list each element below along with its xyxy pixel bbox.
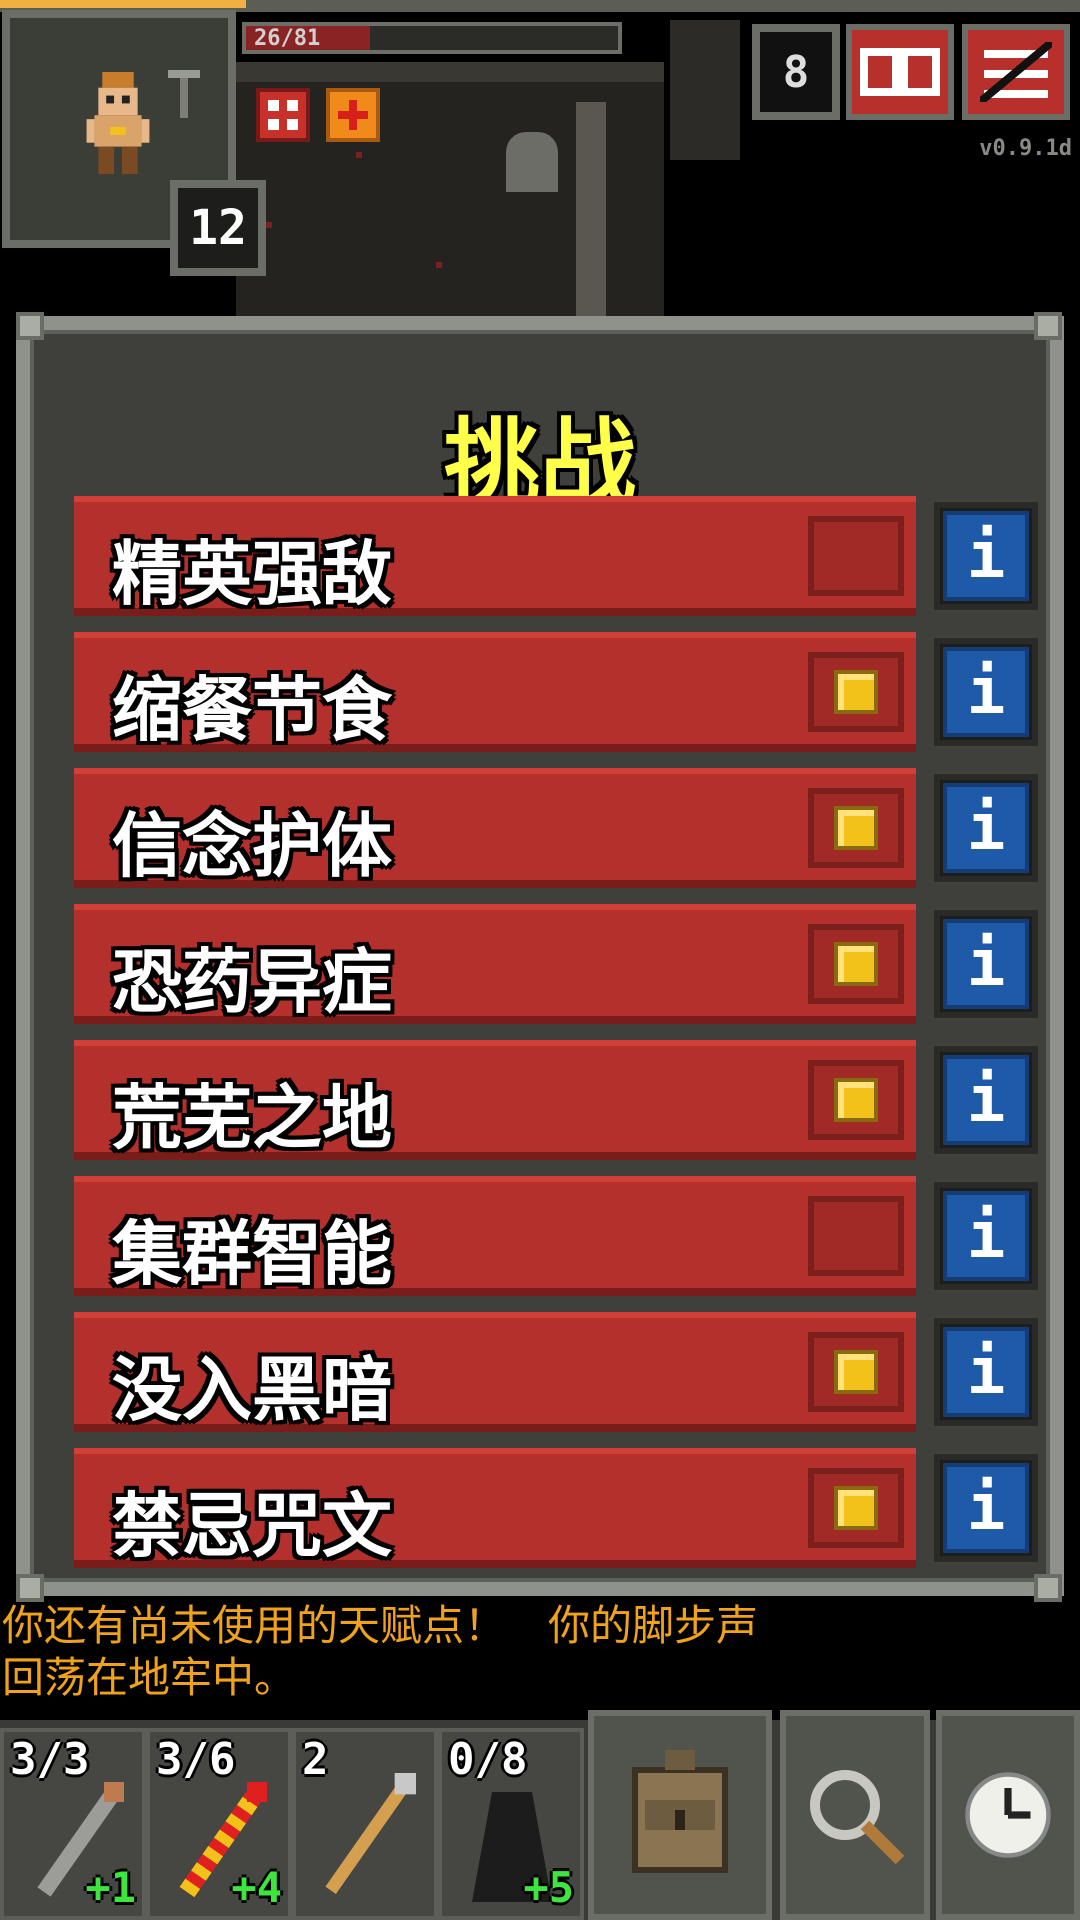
check-mark <box>834 1350 878 1394</box>
magnifier-icon <box>810 1770 905 1865</box>
challenge-info-button[interactable]: i <box>934 1318 1038 1426</box>
challenge-label: 恐药异症 <box>112 941 392 1023</box>
challenge-row[interactable]: 信念护体 <box>74 768 916 888</box>
spear-icon <box>325 1773 416 1895</box>
challenge-info-button[interactable]: i <box>934 774 1038 882</box>
hero-level-badge: 12 <box>170 180 266 276</box>
menu-button[interactable] <box>962 24 1070 120</box>
window-corner <box>1034 1574 1062 1602</box>
quickslot-bonus: +5 <box>523 1863 574 1912</box>
check-mark <box>834 670 878 714</box>
dungeon-pillar <box>576 102 606 322</box>
blood-splat <box>356 152 362 158</box>
challenge-checkbox[interactable] <box>808 652 904 732</box>
challenge-checkbox[interactable] <box>808 516 904 596</box>
quickslot-bonus: +4 <box>231 1863 282 1912</box>
challenge-info-button[interactable]: i <box>934 910 1038 1018</box>
challenge-row[interactable]: 集群智能 <box>74 1176 916 1296</box>
journal-icon <box>860 48 940 96</box>
challenge-checkbox[interactable] <box>808 924 904 1004</box>
quickslot-bonus: +1 <box>85 1863 136 1912</box>
window-corner <box>16 312 44 340</box>
challenge-row[interactable]: 恐药异症 <box>74 904 916 1024</box>
log-line: 回荡在地牢中。 <box>2 1653 297 1702</box>
challenge-row[interactable]: 精英强敌 <box>74 496 916 616</box>
challenge-row[interactable]: 没入黑暗 <box>74 1312 916 1432</box>
info-icon: i <box>943 1055 1029 1145</box>
quickslot-3[interactable]: 2 <box>292 1728 438 1920</box>
quickslot-charges: 3/6 <box>156 1734 236 1785</box>
healing-buff-icon[interactable] <box>256 88 310 142</box>
challenges-window: 挑战 精英强敌 i 缩餐节食 i 信念护体 i 恐药异症 i 荒芜之地 i 集群… <box>16 316 1064 1596</box>
blood-splat <box>266 222 272 228</box>
hp-text: 26/81 <box>254 26 321 51</box>
quickslot-charges: 0/8 <box>448 1734 528 1785</box>
challenge-label: 集群智能 <box>112 1213 392 1295</box>
check-mark <box>834 942 878 986</box>
backpack-button[interactable] <box>588 1710 772 1920</box>
info-icon: i <box>943 1327 1029 1417</box>
quickslot-1[interactable]: 3/3 +1 <box>0 1728 146 1920</box>
info-icon: i <box>943 647 1029 737</box>
challenge-label: 禁忌咒文 <box>112 1485 392 1567</box>
check-mark <box>834 1078 878 1122</box>
info-icon: i <box>943 919 1029 1009</box>
search-button[interactable] <box>780 1710 930 1920</box>
window-corner <box>16 1574 44 1602</box>
challenge-checkbox[interactable] <box>808 1332 904 1412</box>
hp-bar: 26/81 <box>242 22 622 54</box>
info-icon: i <box>943 783 1029 873</box>
challenge-checkbox[interactable] <box>808 1196 904 1276</box>
bless-buff-icon[interactable] <box>326 88 380 142</box>
quickslot-4[interactable]: 0/8 +5 <box>438 1728 584 1920</box>
challenge-label: 缩餐节食 <box>112 669 392 751</box>
backpack-icon <box>632 1750 728 1873</box>
menu-icon <box>980 42 1052 102</box>
challenge-row[interactable]: 缩餐节食 <box>74 632 916 752</box>
check-mark <box>834 1486 878 1530</box>
info-icon: i <box>943 1463 1029 1553</box>
game-log: 你还有尚未使用的天赋点！ 你的脚步声 回荡在地牢中。 <box>2 1600 862 1704</box>
quickslot-charges: 3/3 <box>10 1734 90 1785</box>
experience-bar <box>0 0 246 8</box>
window-corner <box>1034 312 1062 340</box>
challenge-info-button[interactable]: i <box>934 1182 1038 1290</box>
check-mark <box>834 806 878 850</box>
challenge-info-button[interactable]: i <box>934 1046 1038 1154</box>
challenge-label: 信念护体 <box>112 805 392 887</box>
info-icon: i <box>943 1191 1029 1281</box>
challenge-info-button[interactable]: i <box>934 502 1038 610</box>
challenge-label: 荒芜之地 <box>112 1077 392 1159</box>
pickaxe-icon <box>168 70 200 118</box>
challenge-label: 没入黑暗 <box>112 1349 392 1431</box>
challenge-checkbox[interactable] <box>808 1468 904 1548</box>
dungeon-wall <box>236 62 664 82</box>
tombstone <box>506 132 558 192</box>
quickslot-2[interactable]: 3/6 +4 <box>146 1728 292 1920</box>
blood-splat <box>436 262 442 268</box>
version-label: v0.9.1d <box>979 136 1072 161</box>
wait-button[interactable] <box>936 1710 1080 1920</box>
challenge-checkbox[interactable] <box>808 788 904 868</box>
clock-icon <box>965 1772 1051 1858</box>
log-line: 你还有尚未使用的天赋点！ 你的脚步声 <box>2 1601 759 1650</box>
challenge-row[interactable]: 禁忌咒文 <box>74 1448 916 1568</box>
info-icon: i <box>943 511 1029 601</box>
depth-counter[interactable]: 8 <box>752 24 840 120</box>
challenge-checkbox[interactable] <box>808 1060 904 1140</box>
challenge-info-button[interactable]: i <box>934 638 1038 746</box>
dungeon-wall-tile <box>670 20 740 160</box>
challenge-info-button[interactable]: i <box>934 1454 1038 1562</box>
challenge-label: 精英强敌 <box>112 533 392 615</box>
quickslot-charges: 2 <box>302 1734 329 1785</box>
challenge-row[interactable]: 荒芜之地 <box>74 1040 916 1160</box>
journal-button[interactable] <box>846 24 954 120</box>
hero-portrait[interactable] <box>78 72 158 182</box>
